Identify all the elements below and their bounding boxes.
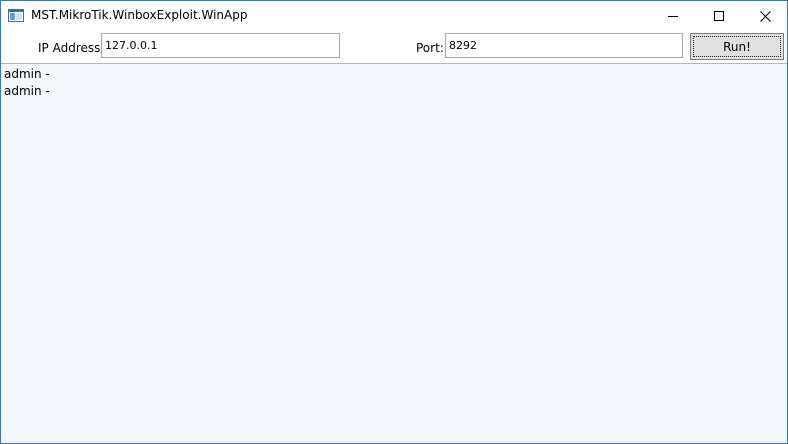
app-window: MST.MikroTik.WinboxExploit.WinApp IP Add… <box>0 0 788 444</box>
close-button[interactable] <box>742 1 787 31</box>
ip-address-label: IP Address: <box>38 41 105 55</box>
output-textarea[interactable]: admin - admin - <box>1 63 787 443</box>
title-bar[interactable]: MST.MikroTik.WinboxExploit.WinApp <box>1 1 787 31</box>
run-button[interactable]: Run! <box>690 33 784 60</box>
run-button-label: Run! <box>693 36 781 57</box>
maximize-icon <box>714 11 724 21</box>
close-icon <box>759 10 771 22</box>
ip-address-input[interactable] <box>101 33 340 58</box>
window-title: MST.MikroTik.WinboxExploit.WinApp <box>31 8 248 22</box>
connection-form: IP Address: Port: Run! <box>1 31 787 63</box>
output-line: admin - <box>4 67 50 81</box>
minimize-button[interactable] <box>650 1 696 31</box>
minimize-icon <box>668 11 678 21</box>
output-line: admin - <box>4 84 50 98</box>
port-input[interactable] <box>445 33 683 58</box>
maximize-button[interactable] <box>696 1 742 31</box>
app-window-icon <box>8 9 24 22</box>
port-label: Port: <box>416 41 444 55</box>
